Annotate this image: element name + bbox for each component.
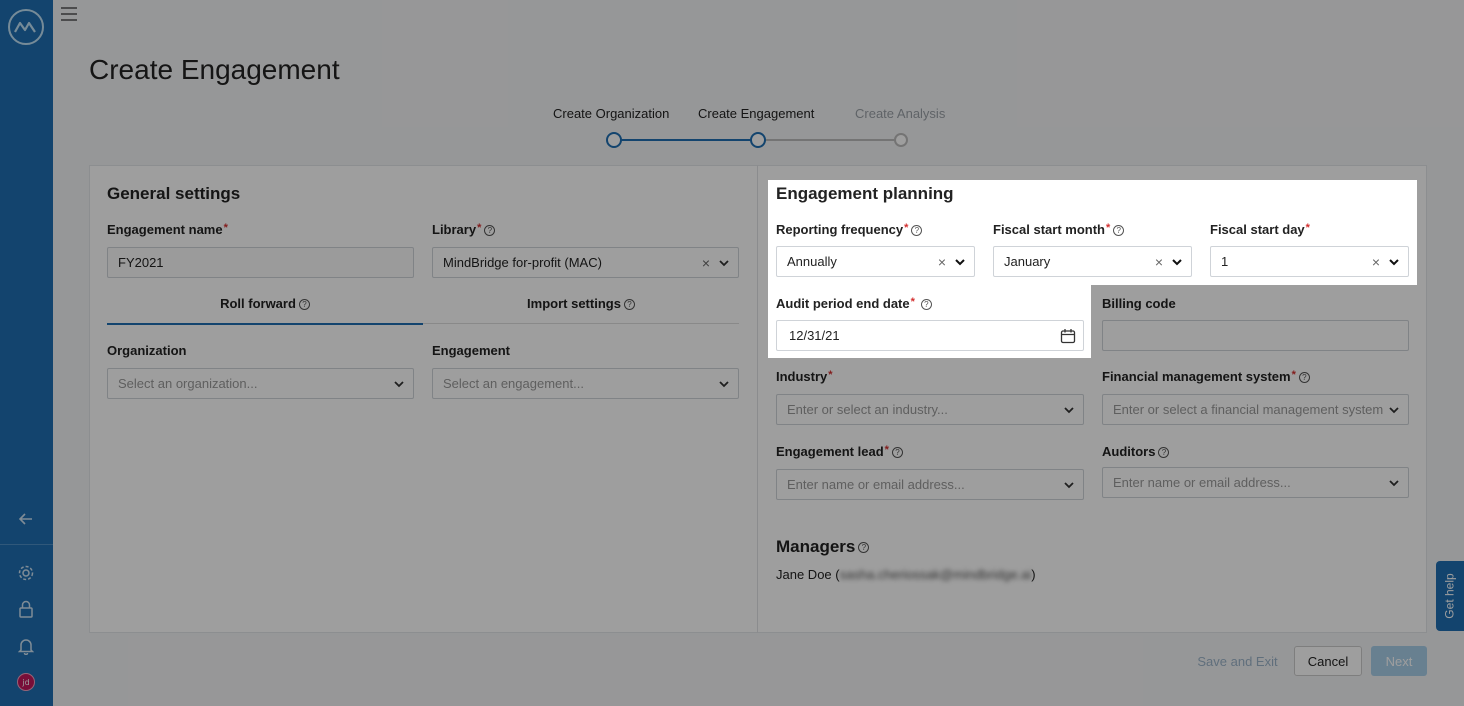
engagement-name-label: Engagement name* bbox=[107, 222, 228, 237]
sidebar-divider bbox=[0, 544, 53, 545]
help-icon[interactable]: ? bbox=[623, 299, 635, 311]
organization-label: Organization bbox=[107, 343, 187, 358]
next-button[interactable]: Next bbox=[1371, 646, 1427, 676]
stepper-line-completed bbox=[614, 139, 758, 141]
tab-active-indicator bbox=[107, 323, 423, 325]
industry-select[interactable]: Enter or select an industry... bbox=[776, 394, 1084, 425]
help-icon[interactable]: ? bbox=[858, 542, 870, 554]
avatar[interactable]: jd bbox=[17, 673, 35, 691]
help-icon[interactable]: ? bbox=[911, 225, 923, 237]
engagement-name-field[interactable]: FY2021 bbox=[107, 247, 414, 278]
save-and-exit-button[interactable]: Save and Exit bbox=[1190, 646, 1285, 676]
lock-icon[interactable] bbox=[14, 597, 38, 621]
help-icon[interactable]: ? bbox=[891, 447, 903, 459]
form-card-divider bbox=[757, 165, 758, 633]
engagement-planning-title: Engagement planning bbox=[776, 184, 954, 203]
step-create-organization: Create Organization bbox=[553, 106, 670, 121]
help-icon[interactable]: ? bbox=[298, 299, 310, 311]
tab-import-settings[interactable]: Import settings? bbox=[423, 296, 739, 311]
chevron-down-icon bbox=[1389, 259, 1399, 266]
fiscal-start-month-label: Fiscal start month*? bbox=[993, 222, 1125, 237]
auditors-select[interactable]: Enter name or email address... bbox=[1102, 467, 1409, 498]
general-settings-title: General settings bbox=[107, 184, 241, 203]
chevron-down-icon bbox=[1389, 407, 1399, 414]
library-label: Library*? bbox=[432, 222, 496, 237]
chevron-down-icon bbox=[394, 381, 404, 388]
hamburger-menu-icon[interactable] bbox=[60, 6, 80, 24]
engagement-lead-select[interactable]: Enter name or email address... bbox=[776, 469, 1084, 500]
help-icon[interactable]: ? bbox=[1158, 447, 1170, 459]
stepper-dot-2 bbox=[750, 132, 766, 148]
engagement-label: Engagement bbox=[432, 343, 511, 358]
chevron-down-icon bbox=[719, 381, 729, 388]
step-create-engagement: Create Engagement bbox=[698, 106, 815, 121]
audit-period-end-date-field[interactable]: 12/31/21 bbox=[776, 320, 1084, 351]
audit-period-end-date-label: Audit period end date*? bbox=[776, 296, 932, 311]
tab-inactive-line bbox=[423, 323, 739, 324]
page-title: Create Engagement bbox=[89, 54, 340, 85]
chevron-down-icon bbox=[1064, 482, 1074, 489]
stepper-dot-3 bbox=[894, 133, 908, 147]
chevron-down-icon bbox=[1064, 407, 1074, 414]
cancel-button[interactable]: Cancel bbox=[1294, 646, 1362, 676]
managers-title: Managers? bbox=[776, 537, 870, 557]
chevron-down-icon bbox=[955, 259, 965, 266]
manager-item: Jane Doe (sasha.cheriossak@mindbridge.ai… bbox=[776, 567, 1036, 582]
industry-label: Industry* bbox=[776, 369, 833, 384]
help-icon[interactable]: ? bbox=[484, 225, 496, 237]
chevron-down-icon bbox=[1389, 480, 1399, 487]
fiscal-start-day-label: Fiscal start day* bbox=[1210, 222, 1310, 237]
bell-icon[interactable] bbox=[14, 634, 38, 658]
reporting-frequency-label: Reporting frequency*? bbox=[776, 222, 923, 237]
billing-code-label: Billing code bbox=[1102, 296, 1176, 311]
collapse-arrow-icon[interactable] bbox=[14, 507, 38, 531]
reporting-frequency-select[interactable]: Annually × bbox=[776, 246, 975, 277]
organization-select[interactable]: Select an organization... bbox=[107, 368, 414, 399]
help-icon[interactable]: ? bbox=[920, 299, 932, 311]
calendar-icon[interactable] bbox=[1060, 328, 1076, 344]
engagement-lead-label: Engagement lead*? bbox=[776, 444, 903, 459]
auditors-label: Auditors? bbox=[1102, 444, 1170, 459]
clear-icon[interactable]: × bbox=[938, 254, 946, 270]
clear-icon[interactable]: × bbox=[1372, 254, 1380, 270]
sidebar: jd bbox=[0, 0, 53, 706]
help-icon[interactable]: ? bbox=[1113, 225, 1125, 237]
chevron-down-icon bbox=[719, 260, 729, 267]
stepper-dot-1 bbox=[606, 132, 622, 148]
financial-management-system-label: Financial management system*? bbox=[1102, 369, 1310, 384]
engagement-select[interactable]: Select an engagement... bbox=[432, 368, 739, 399]
financial-management-system-select[interactable]: Enter or select a financial management s… bbox=[1102, 394, 1409, 425]
stepper-line-pending bbox=[758, 139, 902, 141]
fiscal-start-month-select[interactable]: January × bbox=[993, 246, 1192, 277]
chevron-down-icon bbox=[1172, 259, 1182, 266]
gear-icon[interactable] bbox=[14, 561, 38, 585]
library-select[interactable]: MindBridge for-profit (MAC) × bbox=[432, 247, 739, 278]
tab-roll-forward[interactable]: Roll forward? bbox=[107, 296, 423, 311]
help-icon[interactable]: ? bbox=[1298, 372, 1310, 384]
step-create-analysis: Create Analysis bbox=[855, 106, 946, 121]
mindbridge-logo-icon[interactable] bbox=[8, 9, 44, 45]
billing-code-field[interactable] bbox=[1102, 320, 1409, 351]
clear-icon[interactable]: × bbox=[1155, 254, 1163, 270]
fiscal-start-day-select[interactable]: 1 × bbox=[1210, 246, 1409, 277]
get-help-button[interactable]: Get help bbox=[1436, 561, 1464, 631]
clear-icon[interactable]: × bbox=[702, 255, 710, 271]
